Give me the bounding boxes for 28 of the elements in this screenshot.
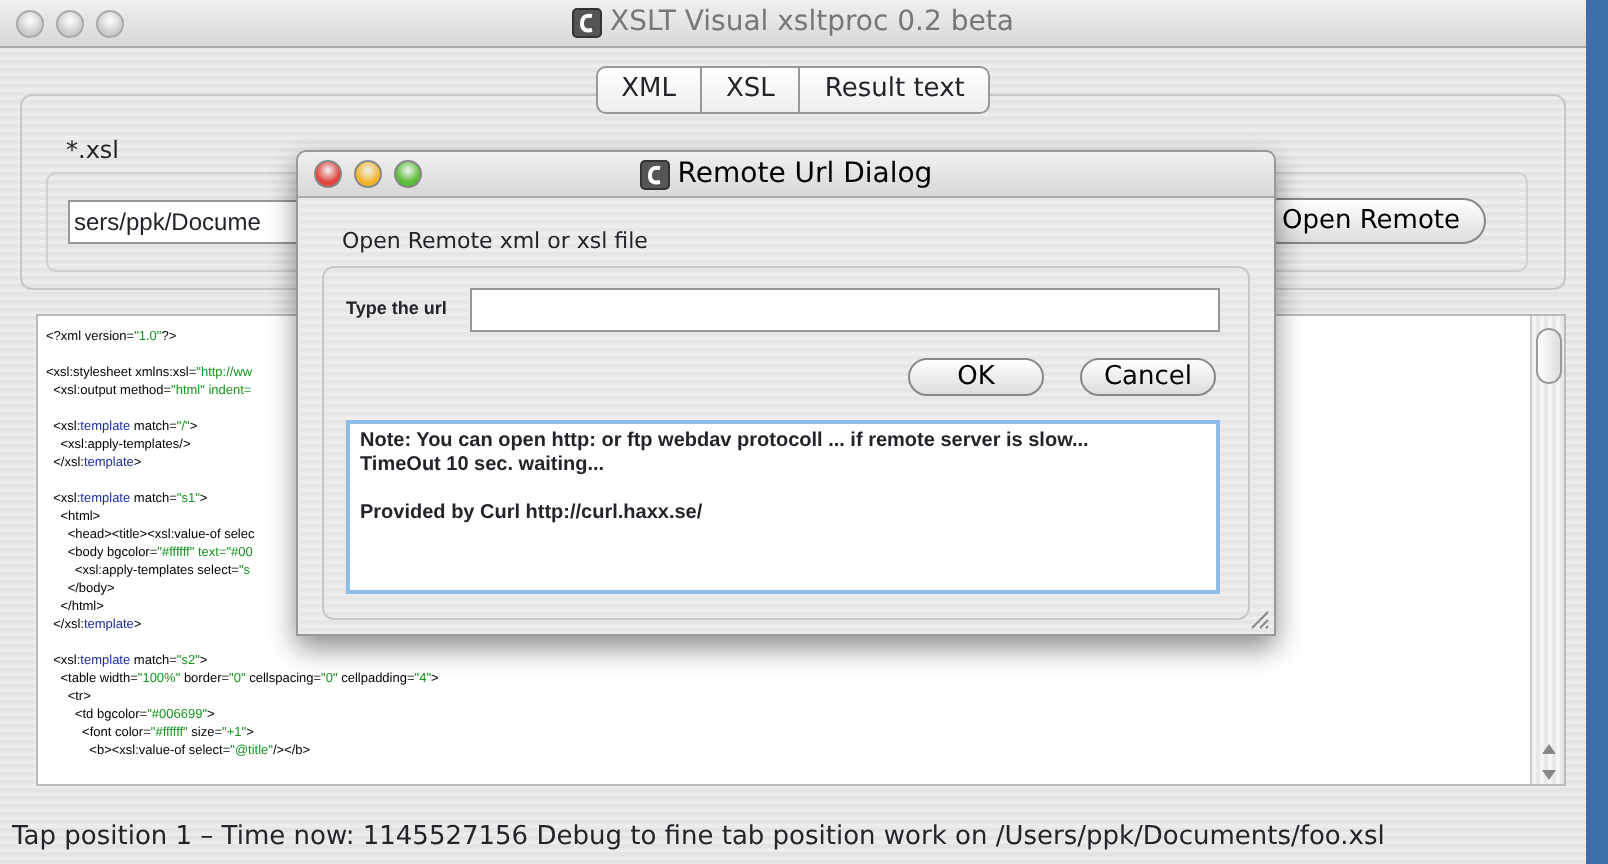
cancel-button[interactable]: Cancel	[1080, 357, 1216, 395]
app-icon	[572, 8, 603, 38]
window-title: XSLT Visual xsltproc 0.2 beta	[610, 4, 1014, 42]
tab[interactable]: XSL	[702, 66, 801, 113]
close-button[interactable]	[314, 160, 342, 188]
url-field[interactable]	[470, 287, 1220, 331]
group-label: Open Remote xml or xsl file	[342, 226, 650, 258]
note-text: Provided by Curl http://curl.haxx.se/	[360, 501, 705, 525]
zoom-button[interactable]	[96, 9, 124, 37]
zoom-button[interactable]	[394, 160, 422, 188]
scroll-arrows-icon[interactable]	[1539, 739, 1557, 783]
tab[interactable]: Result text	[800, 66, 991, 113]
minimize-button[interactable]	[56, 9, 84, 37]
ok-button[interactable]: OK	[908, 357, 1044, 395]
tab[interactable]: XML	[595, 66, 702, 113]
scroll-thumb[interactable]	[1535, 327, 1561, 383]
note-text: TimeOut 10 sec. waiting...	[360, 453, 607, 477]
file-label: *.xsl	[66, 133, 122, 167]
status-text: Tap position 1 – Time now: 1145527156 Debug to fine tab position work on /Users/ppk/Documents/foo.xsl	[10, 820, 1387, 857]
resize-grip-icon[interactable]	[1246, 606, 1270, 630]
window-title: Remote Url Dialog	[677, 155, 933, 193]
close-button[interactable]	[16, 9, 44, 37]
minimize-button[interactable]	[354, 160, 382, 188]
note-field[interactable]: Note: You can open http: or ftp webdav protocoll ... if remote server is slow... TimeOut 10 sec. waiting... Provided by Curl http://curl.haxx.se/	[346, 419, 1220, 593]
url-label: Type the url	[346, 295, 447, 322]
note-text: Note: You can open http: or ftp webdav protocoll ... if remote server is slow...	[360, 429, 1091, 453]
app-icon	[639, 159, 670, 189]
scrollbar[interactable]	[1530, 315, 1564, 783]
